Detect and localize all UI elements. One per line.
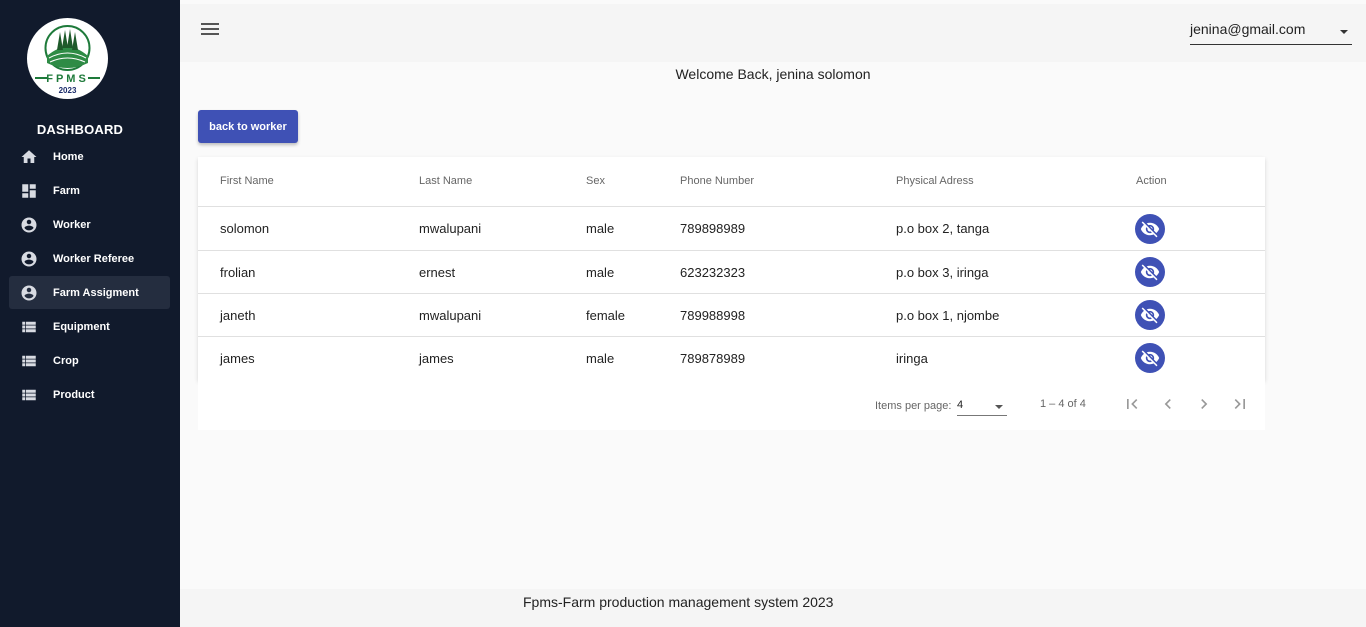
first-page-button[interactable] bbox=[1122, 394, 1142, 414]
first-page-icon bbox=[1127, 399, 1138, 409]
column-header-action: Action bbox=[1136, 175, 1167, 187]
visibility-off-icon bbox=[1140, 221, 1160, 238]
account-circle-icon bbox=[20, 284, 38, 302]
footer-text: Fpms-Farm production management system 2… bbox=[523, 594, 834, 610]
cell-phone-number: 789988998 bbox=[680, 308, 746, 323]
account-circle-icon bbox=[20, 216, 38, 234]
visibility-off-icon bbox=[1140, 264, 1160, 281]
cell-first-name: frolian bbox=[220, 265, 256, 280]
sidebar-item-label: Worker Referee bbox=[53, 252, 135, 265]
list-icon bbox=[20, 352, 38, 370]
user-account-select[interactable]: jenina@gmail.com bbox=[1190, 18, 1352, 45]
cell-physical-adress: iringa bbox=[896, 351, 928, 366]
cell-phone-number: 623232323 bbox=[680, 265, 746, 280]
cell-first-name: janeth bbox=[220, 308, 256, 323]
previous-page-button[interactable] bbox=[1158, 394, 1178, 414]
row-divider bbox=[198, 336, 1265, 337]
sidebar-item-label: Farm Assigment bbox=[53, 286, 139, 299]
view-button[interactable] bbox=[1135, 343, 1165, 373]
column-header-last-name: Last Name bbox=[419, 175, 473, 187]
sidebar-item-label: Worker bbox=[53, 218, 91, 231]
sidebar-item-label: Product bbox=[53, 388, 95, 401]
column-header-physical-adress: Physical Adress bbox=[896, 175, 974, 187]
items-per-page-label: Items per page: bbox=[875, 400, 952, 412]
row-divider bbox=[198, 206, 1265, 207]
sidebar-item-worker-referee[interactable]: Worker Referee bbox=[9, 242, 170, 275]
column-header-first-name: First Name bbox=[220, 175, 274, 187]
cell-sex: female bbox=[586, 308, 626, 323]
footer: Fpms-Farm production management system 2… bbox=[180, 589, 1366, 627]
account-circle-icon bbox=[20, 250, 38, 268]
cell-last-name: ernest bbox=[419, 265, 456, 280]
last-page-icon bbox=[1234, 399, 1245, 409]
items-per-page-value: 4 bbox=[957, 399, 964, 411]
view-button[interactable] bbox=[1135, 300, 1165, 330]
back-to-worker-button[interactable]: back to worker bbox=[198, 110, 298, 143]
farm-assignment-table: First Name Last Name Sex Phone Number Ph… bbox=[198, 157, 1265, 380]
sidebar-item-worker[interactable]: Worker bbox=[9, 208, 170, 241]
cell-sex: male bbox=[586, 265, 615, 280]
cell-sex: male bbox=[586, 351, 615, 366]
top-toolbar: jenina@gmail.com bbox=[180, 4, 1366, 62]
cell-physical-adress: p.o box 3, iringa bbox=[896, 265, 989, 280]
cell-last-name: mwalupani bbox=[419, 221, 482, 236]
column-header-sex: Sex bbox=[586, 175, 605, 187]
sidebar-item-farm-assigment[interactable]: Farm Assigment bbox=[9, 276, 170, 309]
row-divider bbox=[198, 293, 1265, 294]
items-per-page-select[interactable]: 4 bbox=[957, 397, 1007, 416]
sidebar-nav: Home Farm Worker Worker Referee Farm Ass… bbox=[9, 140, 170, 412]
cell-physical-adress: p.o box 2, tanga bbox=[896, 221, 990, 236]
sidebar-item-home[interactable]: Home bbox=[9, 140, 170, 173]
sidebar-item-label: Farm bbox=[53, 184, 80, 197]
view-button[interactable] bbox=[1135, 214, 1165, 244]
sidebar-item-product[interactable]: Product bbox=[9, 378, 170, 411]
menu-icon[interactable] bbox=[201, 23, 219, 41]
sidebar-item-label: Equipment bbox=[53, 320, 110, 333]
visibility-off-icon bbox=[1140, 307, 1160, 324]
sidebar-item-label: Home bbox=[53, 150, 84, 163]
page-range-label: 1 – 4 of 4 bbox=[1040, 398, 1086, 410]
dashboard-icon bbox=[20, 182, 38, 200]
last-page-button[interactable] bbox=[1230, 394, 1250, 414]
column-header-phone-number: Phone Number bbox=[680, 175, 754, 187]
cell-phone-number: 789878989 bbox=[680, 351, 746, 366]
cell-first-name: james bbox=[220, 351, 255, 366]
row-divider bbox=[198, 250, 1265, 251]
cell-last-name: mwalupani bbox=[419, 308, 482, 323]
chevron-left-icon bbox=[1164, 399, 1171, 409]
paginator: Items per page: 4 1 – 4 of 4 bbox=[198, 380, 1265, 430]
list-icon bbox=[20, 318, 38, 336]
next-page-button[interactable] bbox=[1194, 394, 1214, 414]
cell-first-name: solomon bbox=[220, 221, 270, 236]
welcome-message: Welcome Back, jenina solomon bbox=[675, 66, 871, 82]
view-button[interactable] bbox=[1135, 257, 1165, 287]
chevron-down-icon bbox=[995, 405, 1003, 409]
dashboard-title: DASHBOARD bbox=[36, 122, 124, 137]
cell-last-name: james bbox=[419, 351, 454, 366]
home-icon bbox=[20, 148, 38, 166]
chevron-down-icon bbox=[1340, 30, 1348, 34]
cell-phone-number: 789898989 bbox=[680, 221, 746, 236]
logo-year: 2023 bbox=[59, 86, 77, 95]
sidebar-item-label: Crop bbox=[53, 354, 79, 367]
logo-text: FPMS bbox=[46, 73, 89, 85]
sidebar-item-farm[interactable]: Farm bbox=[9, 174, 170, 207]
sidebar: FPMS 2023 DASHBOARD Home Farm Worker Wor… bbox=[0, 0, 180, 627]
fpms-logo: FPMS 2023 bbox=[27, 18, 108, 99]
chevron-right-icon bbox=[1201, 399, 1208, 409]
cell-physical-adress: p.o box 1, njombe bbox=[896, 308, 1000, 323]
list-icon bbox=[20, 386, 38, 404]
visibility-off-icon bbox=[1140, 350, 1160, 367]
sidebar-item-crop[interactable]: Crop bbox=[9, 344, 170, 377]
sidebar-item-equipment[interactable]: Equipment bbox=[9, 310, 170, 343]
user-email: jenina@gmail.com bbox=[1190, 21, 1306, 37]
cell-sex: male bbox=[586, 221, 615, 236]
